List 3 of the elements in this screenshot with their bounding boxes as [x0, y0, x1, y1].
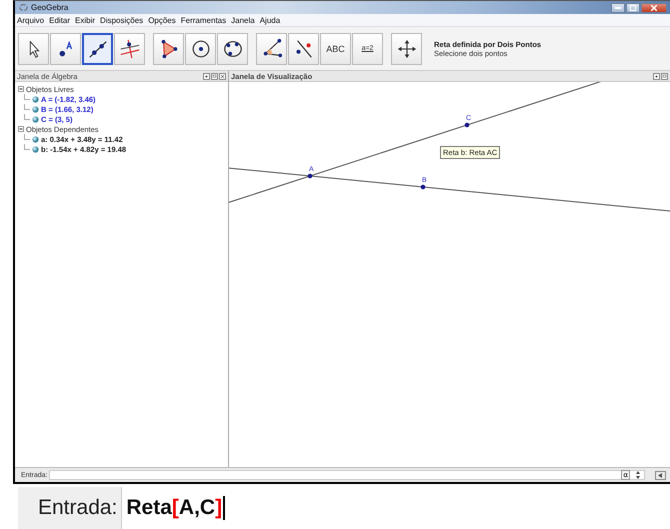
input-label: Entrada:	[37, 495, 118, 521]
input-value: Reta[A,C]	[126, 496, 226, 520]
window-title: GeoGebra	[31, 3, 68, 12]
